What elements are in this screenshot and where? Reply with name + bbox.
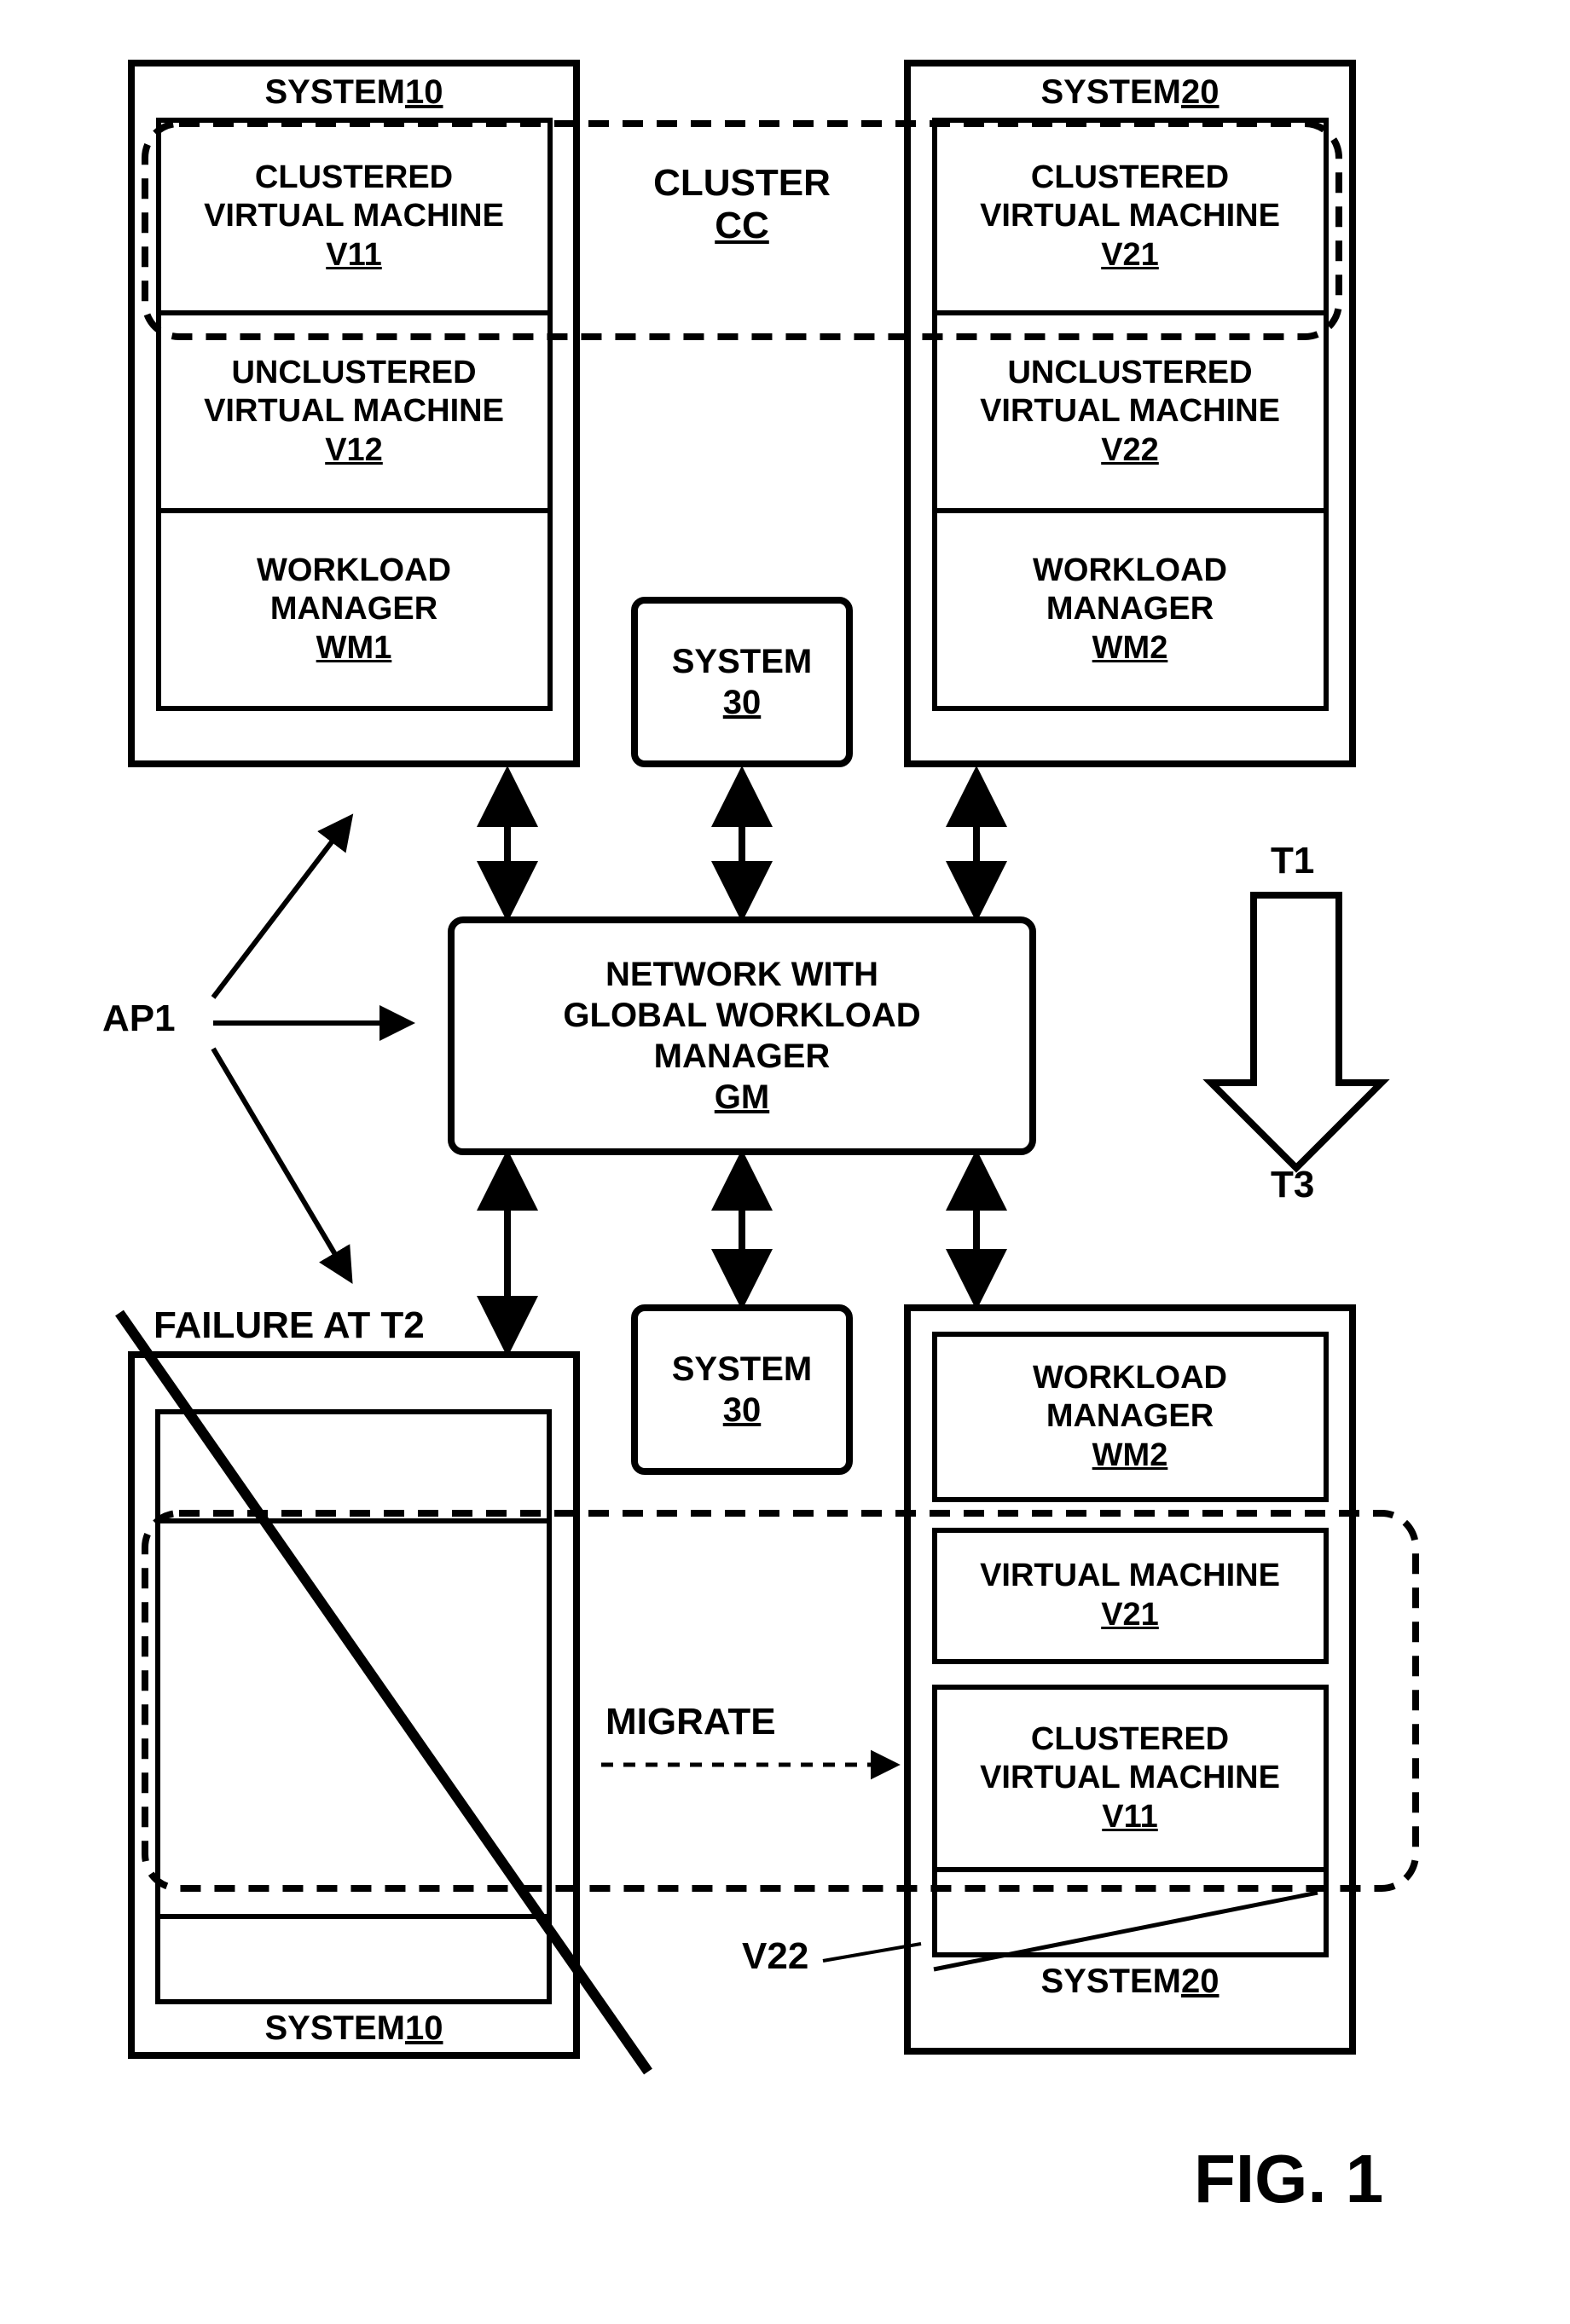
- t3-label: T3: [1271, 1164, 1314, 1206]
- migrate-label: MIGRATE: [605, 1701, 776, 1743]
- wm1-top-ref: WM1: [316, 629, 392, 668]
- system20-top-title-ref: 20: [1181, 72, 1220, 113]
- migrate-text: MIGRATE: [605, 1701, 776, 1743]
- wm1-top-l1: WORKLOAD: [257, 552, 451, 591]
- gm-box: NETWORK WITH GLOBAL WORKLOAD MANAGER GM: [448, 916, 1036, 1155]
- v22-bottom-slot: [932, 1872, 1329, 1957]
- system20-top-title-prefix: SYSTEM: [1041, 72, 1181, 113]
- gm-l3: MANAGER: [654, 1036, 831, 1077]
- v21-bottom-ref: V21: [1101, 1596, 1159, 1635]
- wm2-top-l2: MANAGER: [1046, 590, 1214, 629]
- v21-top-l2: VIRTUAL MACHINE: [980, 197, 1280, 236]
- v21-bottom-l1: VIRTUAL MACHINE: [980, 1557, 1280, 1596]
- t1-label: T1: [1271, 840, 1314, 882]
- failure-label: FAILURE AT T2: [154, 1304, 425, 1347]
- system20-top-container: SYSTEM 20 CLUSTERED VIRTUAL MACHINE V21 …: [904, 60, 1356, 767]
- system10-bottom-title-ref: 10: [405, 2008, 443, 2049]
- v11-top-l2: VIRTUAL MACHINE: [204, 197, 504, 236]
- system30-bottom-box: SYSTEM 30: [631, 1304, 853, 1475]
- v12-top-ref: V12: [325, 431, 383, 471]
- v21-top-l1: CLUSTERED: [1031, 159, 1229, 198]
- v11-bottom-box: CLUSTERED VIRTUAL MACHINE V11: [932, 1685, 1329, 1872]
- v22-callout-label: V22: [742, 1935, 808, 1978]
- wm2-bottom-l2: MANAGER: [1046, 1397, 1214, 1437]
- figure-text: FIG. 1: [1194, 2141, 1383, 2217]
- ap1-text: AP1: [102, 997, 176, 1039]
- v22-top-l1: UNCLUSTERED: [1007, 354, 1252, 393]
- v12-top-l2: VIRTUAL MACHINE: [204, 392, 504, 431]
- cluster-ref: CC: [715, 205, 769, 246]
- v22-top-ref: V22: [1101, 431, 1159, 471]
- v11-top-l1: CLUSTERED: [255, 159, 453, 198]
- system30-top-ref: 30: [723, 682, 762, 723]
- figure-label: FIG. 1: [1194, 2140, 1383, 2218]
- system10-top-title-ref: 10: [405, 72, 443, 113]
- system30-top-title: SYSTEM: [672, 641, 812, 682]
- v11-top-box: CLUSTERED VIRTUAL MACHINE V11: [156, 118, 553, 315]
- wm1-top-box: WORKLOAD MANAGER WM1: [156, 513, 553, 711]
- v11-top-ref: V11: [326, 236, 382, 275]
- wm2-bottom-ref: WM2: [1092, 1437, 1168, 1476]
- gm-l2: GLOBAL WORKLOAD: [563, 995, 920, 1036]
- wm2-top-l1: WORKLOAD: [1033, 552, 1227, 591]
- v11-bottom-ref: V11: [1102, 1798, 1158, 1837]
- wm2-top-box: WORKLOAD MANAGER WM2: [932, 513, 1329, 711]
- v11-bottom-l2: VIRTUAL MACHINE: [980, 1759, 1280, 1798]
- system20-bottom-title-prefix: SYSTEM: [1041, 1961, 1181, 2002]
- gm-ref: GM: [715, 1077, 769, 1118]
- v12-top-l1: UNCLUSTERED: [231, 354, 476, 393]
- v22-top-l2: VIRTUAL MACHINE: [980, 392, 1280, 431]
- system30-bottom-ref: 30: [723, 1390, 762, 1431]
- ap1-arrow-1: [213, 818, 350, 997]
- cluster-label-text: CLUSTER: [653, 162, 831, 204]
- gm-l1: NETWORK WITH: [605, 954, 878, 995]
- t3-text: T3: [1271, 1164, 1314, 1205]
- v21-top-box: CLUSTERED VIRTUAL MACHINE V21: [932, 118, 1329, 315]
- system10-top-container: SYSTEM 10 CLUSTERED VIRTUAL MACHINE V11 …: [128, 60, 580, 767]
- ap1-arrow-3: [213, 1049, 350, 1279]
- system20-bottom-container: WORKLOAD MANAGER WM2 VIRTUAL MACHINE V21…: [904, 1304, 1356, 2055]
- system10-top-title-prefix: SYSTEM: [265, 72, 405, 113]
- time-arrow-icon: [1211, 895, 1382, 1168]
- v11-bottom-l1: CLUSTERED: [1031, 1720, 1229, 1760]
- v12-top-box: UNCLUSTERED VIRTUAL MACHINE V12: [156, 315, 553, 513]
- failure-text: FAILURE AT T2: [154, 1304, 425, 1346]
- v21-top-ref: V21: [1101, 236, 1159, 275]
- system30-bottom-title: SYSTEM: [672, 1349, 812, 1390]
- wm1-top-l2: MANAGER: [270, 590, 437, 629]
- ap1-label: AP1: [102, 997, 176, 1040]
- v22-top-box: UNCLUSTERED VIRTUAL MACHINE V22: [932, 315, 1329, 513]
- t1-text: T1: [1271, 840, 1314, 882]
- system20-bottom-title-ref: 20: [1181, 1961, 1220, 2002]
- system10-bottom-title-prefix: SYSTEM: [265, 2008, 405, 2049]
- system30-top-box: SYSTEM 30: [631, 597, 853, 767]
- wm2-top-ref: WM2: [1092, 629, 1168, 668]
- wm2-bottom-l1: WORKLOAD: [1033, 1359, 1227, 1398]
- v22-callout-text: V22: [742, 1935, 808, 1977]
- v21-bottom-box: VIRTUAL MACHINE V21: [932, 1528, 1329, 1664]
- system10-bottom-container: SYSTEM 10: [128, 1351, 580, 2059]
- cluster-label: CLUSTER CC: [640, 162, 844, 247]
- wm2-bottom-box: WORKLOAD MANAGER WM2: [932, 1332, 1329, 1502]
